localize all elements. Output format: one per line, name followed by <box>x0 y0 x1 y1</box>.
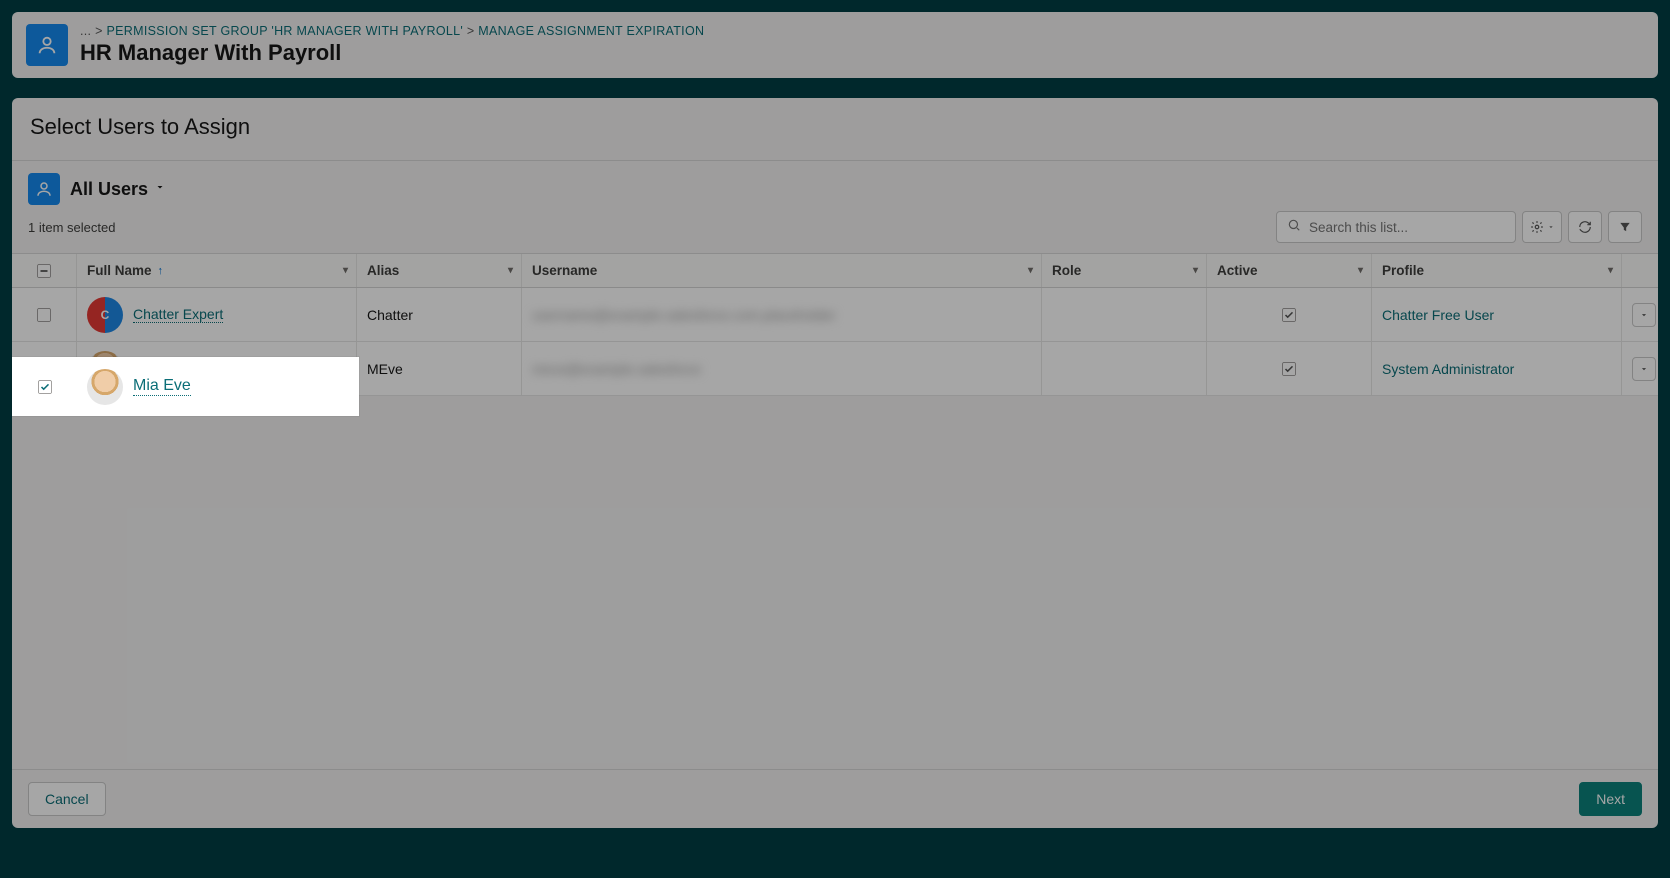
next-button[interactable]: Next <box>1579 782 1642 816</box>
breadcrumb-permission-set-group[interactable]: PERMISSION SET GROUP 'HR MANAGER WITH PA… <box>107 24 464 38</box>
sort-asc-icon: ↑ <box>158 265 164 277</box>
chevron-down-icon: ▾ <box>343 265 348 276</box>
user-name-link[interactable]: Chatter Expert <box>133 306 223 323</box>
breadcrumb-manage-assignment[interactable]: MANAGE ASSIGNMENT EXPIRATION <box>478 24 704 38</box>
breadcrumb-ellipsis: ... <box>80 24 91 38</box>
username-cell: meve@example.salesforce <box>532 361 701 377</box>
active-cell <box>1207 342 1372 395</box>
section-title: Select Users to Assign <box>12 98 1658 161</box>
col-username[interactable]: Username▾ <box>522 254 1042 287</box>
refresh-button[interactable] <box>1568 211 1602 243</box>
breadcrumb-sep: > <box>95 24 103 38</box>
alias-cell: MEve <box>357 342 522 395</box>
main-panel: Select Users to Assign All Users 1 item … <box>12 98 1658 828</box>
username-cell: username@example.salesforce.com.placehol… <box>532 307 836 323</box>
col-role[interactable]: Role▾ <box>1042 254 1207 287</box>
chevron-down-icon: ▾ <box>1358 265 1363 276</box>
col-full-name[interactable]: Full Name↑▾ <box>77 254 357 287</box>
col-alias[interactable]: Alias▾ <box>357 254 522 287</box>
list-view-selector[interactable]: All Users <box>70 179 166 200</box>
page-title: HR Manager With Payroll <box>80 40 704 66</box>
breadcrumb: ... > PERMISSION SET GROUP 'HR MANAGER W… <box>80 24 704 38</box>
search-input[interactable] <box>1309 220 1505 235</box>
role-cell <box>1042 342 1207 395</box>
list-settings-button[interactable] <box>1522 211 1562 243</box>
active-cell <box>1207 288 1372 341</box>
selected-count: 1 item selected <box>28 220 115 235</box>
filter-button[interactable] <box>1608 211 1642 243</box>
col-profile[interactable]: Profile▾ <box>1372 254 1622 287</box>
list-view-name: All Users <box>70 179 148 200</box>
profile-link[interactable]: Chatter Free User <box>1382 307 1494 323</box>
row-checkbox[interactable] <box>12 288 77 341</box>
profile-link[interactable]: System Administrator <box>1382 361 1514 377</box>
role-cell <box>1042 288 1207 341</box>
select-all-cell[interactable] <box>12 254 77 287</box>
users-icon <box>28 173 60 205</box>
list-view-header: All Users <box>12 161 1658 211</box>
table-row: C Chatter Expert Chatter username@exampl… <box>12 288 1658 342</box>
chevron-down-icon: ▾ <box>1028 265 1033 276</box>
breadcrumb-sep: > <box>467 24 475 38</box>
alias-cell: Chatter <box>357 288 522 341</box>
col-actions <box>1622 254 1666 287</box>
permission-set-icon <box>26 24 68 66</box>
col-active[interactable]: Active▾ <box>1207 254 1372 287</box>
search-input-wrapper[interactable] <box>1276 211 1516 243</box>
avatar: C <box>87 297 123 333</box>
footer: Cancel Next <box>12 769 1658 828</box>
user-name-link[interactable]: Mia Eve <box>133 377 191 396</box>
highlighted-row: Mia Eve <box>12 357 359 416</box>
chevron-down-icon: ▾ <box>1608 265 1613 276</box>
row-checkbox[interactable] <box>12 357 77 416</box>
avatar <box>87 369 123 405</box>
chevron-down-icon: ▾ <box>508 265 513 276</box>
cancel-button[interactable]: Cancel <box>28 782 106 816</box>
table-header: Full Name↑▾ Alias▾ Username▾ Role▾ Activ… <box>12 254 1658 288</box>
indeterminate-checkbox-icon <box>37 264 51 278</box>
chevron-down-icon <box>154 180 166 198</box>
search-icon <box>1287 218 1301 237</box>
row-actions-button[interactable] <box>1632 303 1656 327</box>
page-header-card: ... > PERMISSION SET GROUP 'HR MANAGER W… <box>12 12 1658 78</box>
row-actions-button[interactable] <box>1632 357 1656 381</box>
chevron-down-icon: ▾ <box>1193 265 1198 276</box>
